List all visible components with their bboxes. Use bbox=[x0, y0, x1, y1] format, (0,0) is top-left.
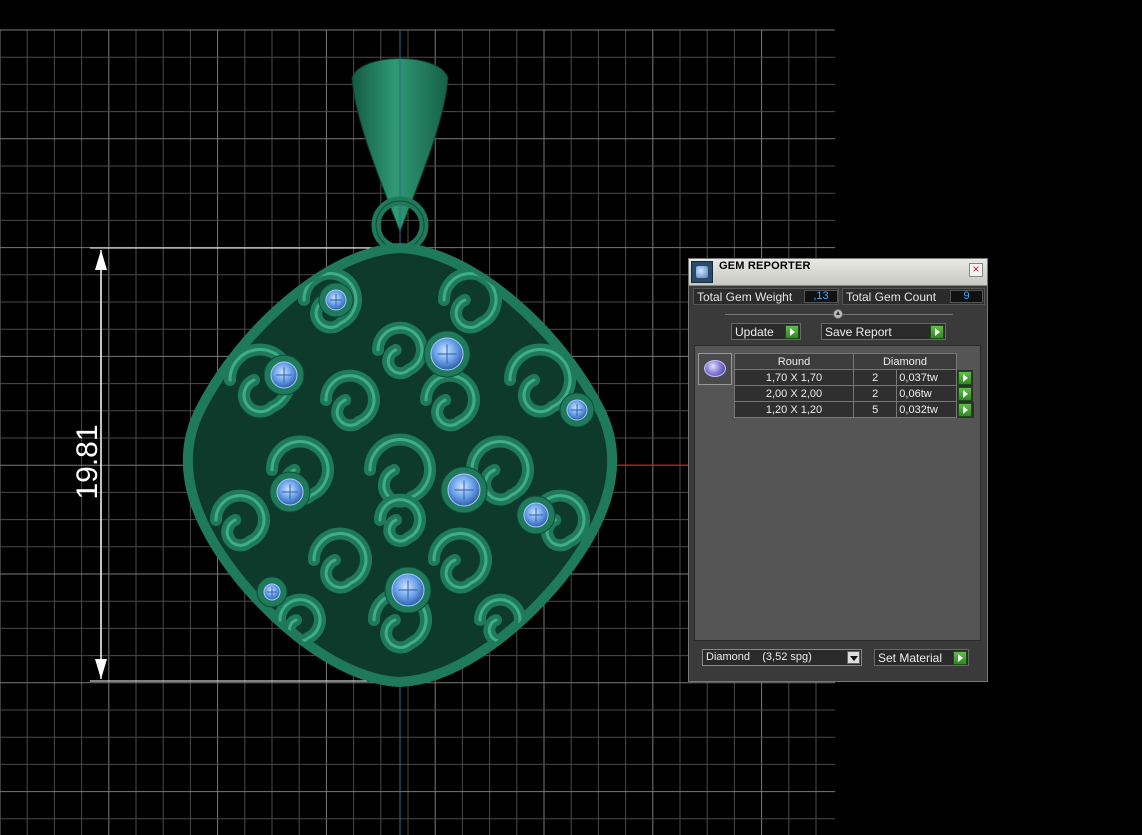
table-row[interactable]: 2,00 X 2,00 2 0,06tw bbox=[734, 385, 974, 402]
gem-reporter-app-icon bbox=[691, 261, 713, 283]
close-icon[interactable]: × bbox=[969, 263, 983, 277]
row-action[interactable] bbox=[956, 401, 974, 418]
gem-table: Round Diamond 1,70 X 1,70 2 0,037tw 2,00… bbox=[734, 353, 974, 418]
panel-title: GEM REPORTER bbox=[719, 260, 811, 272]
play-arrow-icon bbox=[785, 325, 799, 339]
pendant-model[interactable] bbox=[182, 48, 618, 688]
table-row[interactable]: 1,70 X 1,70 2 0,037tw bbox=[734, 369, 974, 386]
gem-thumbnail-icon[interactable] bbox=[698, 353, 732, 385]
material-dropdown-value: Diamond (3,52 spg) bbox=[706, 651, 812, 663]
set-material-button-label: Set Material bbox=[878, 651, 943, 665]
total-gem-weight: Total Gem Weight ,13 bbox=[693, 288, 839, 305]
column-header-material: Diamond bbox=[853, 353, 957, 370]
dimension-value: 19.81 bbox=[71, 424, 104, 499]
play-arrow-icon bbox=[953, 651, 967, 665]
dropdown-arrow-icon[interactable] bbox=[847, 651, 860, 664]
column-header-shape: Round bbox=[734, 353, 854, 370]
gem-count-cell: 5 bbox=[852, 401, 898, 418]
gem-count-cell: 2 bbox=[852, 385, 898, 402]
gem-table-header: Round Diamond bbox=[734, 353, 974, 370]
gem-reporter-titlebar[interactable]: GEM REPORTER × bbox=[689, 259, 987, 286]
dimension-arrow-top-icon bbox=[95, 250, 107, 270]
gem-size-cell: 1,20 X 1,20 bbox=[734, 401, 854, 418]
total-gem-count-label: Total Gem Count bbox=[846, 290, 937, 304]
gem-reporter-panel: GEM REPORTER × Total Gem Weight ,13 Tota… bbox=[688, 258, 988, 682]
gem-list-area: Round Diamond 1,70 X 1,70 2 0,037tw 2,00… bbox=[694, 345, 981, 641]
pendant-body bbox=[182, 242, 618, 688]
total-gem-weight-label: Total Gem Weight bbox=[697, 290, 793, 304]
save-report-button-label: Save Report bbox=[825, 325, 892, 339]
row-action[interactable] bbox=[956, 385, 974, 402]
dimension-arrow-bottom-icon bbox=[95, 659, 107, 679]
gem-weight-cell: 0,037tw bbox=[896, 369, 957, 386]
save-report-button[interactable]: Save Report bbox=[821, 323, 946, 340]
gem-size-cell: 2,00 X 2,00 bbox=[734, 385, 854, 402]
play-arrow-icon[interactable] bbox=[958, 370, 972, 385]
gem-weight-cell: 0,032tw bbox=[896, 401, 957, 418]
total-gem-count-value: 9 bbox=[950, 290, 983, 303]
row-action[interactable] bbox=[956, 369, 974, 386]
set-material-button[interactable]: Set Material bbox=[874, 649, 969, 666]
gem-size-cell: 1,70 X 1,70 bbox=[734, 369, 854, 386]
update-button-label: Update bbox=[735, 325, 774, 339]
play-arrow-icon[interactable] bbox=[958, 386, 972, 401]
gem-count-cell: 2 bbox=[852, 369, 898, 386]
total-gem-weight-value: ,13 bbox=[804, 290, 838, 303]
play-arrow-icon[interactable] bbox=[958, 402, 972, 417]
update-button[interactable]: Update bbox=[731, 323, 801, 340]
gem-weight-cell: 0,06tw bbox=[896, 385, 957, 402]
play-arrow-icon bbox=[930, 325, 944, 339]
collapse-icon[interactable]: ▲ bbox=[833, 309, 843, 319]
table-row[interactable]: 1,20 X 1,20 5 0,032tw bbox=[734, 401, 974, 418]
total-gem-count: Total Gem Count 9 bbox=[842, 288, 985, 305]
material-dropdown[interactable]: Diamond (3,52 spg) bbox=[702, 649, 862, 666]
